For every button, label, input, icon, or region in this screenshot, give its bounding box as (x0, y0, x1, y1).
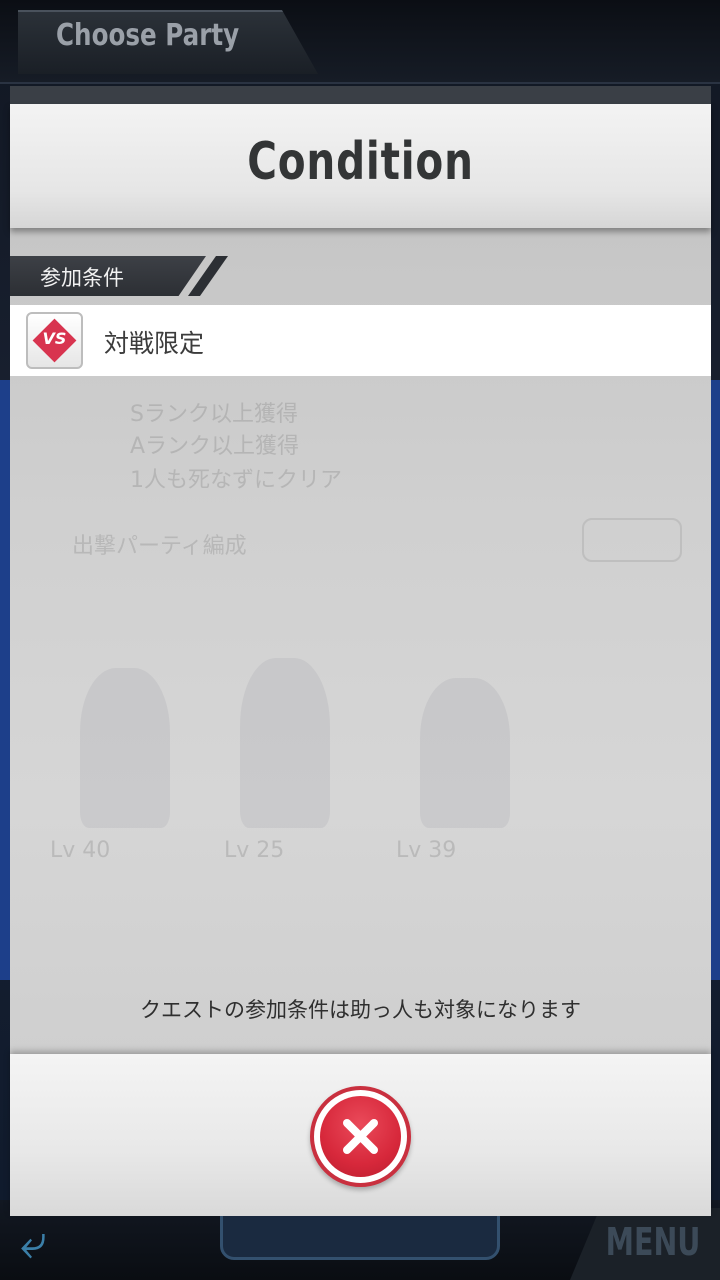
dialog-header: Condition (10, 104, 711, 228)
menu-button: MENU (605, 1220, 700, 1264)
condition-row: VS 対戦限定 (10, 305, 711, 376)
condition-note: クエストの参加条件は助っ人も対象になります (140, 998, 581, 1022)
background-header: Choose Party (0, 0, 720, 84)
close-button[interactable] (310, 1086, 411, 1187)
section-label: 参加条件 (40, 266, 124, 290)
ghost-text: 出撃パーティ編成 (72, 534, 247, 559)
back-arrow-icon: ⤶ (20, 1214, 47, 1270)
vs-badge-text: VS (42, 329, 67, 348)
ghost-text: 1人も死なずにクリア (130, 468, 342, 493)
ghost-level: Lv 39 (396, 838, 457, 863)
ghost-character (240, 658, 330, 828)
ghost-text: Aランク以上獲得 (130, 434, 300, 459)
close-icon (343, 1119, 378, 1154)
ghost-text: Sランク以上獲得 (130, 402, 298, 427)
ghost-level: Lv 25 (224, 838, 285, 863)
ghost-level: Lv 40 (50, 838, 111, 863)
section-tag: 参加条件 (10, 256, 230, 296)
close-button-face (320, 1096, 401, 1177)
condition-label: 対戦限定 (104, 329, 205, 358)
dialog-title: Condition (247, 132, 474, 192)
ghost-character (420, 678, 510, 828)
ghost-panel (582, 518, 682, 562)
vs-icon: VS (26, 312, 83, 369)
ghost-character (80, 668, 170, 828)
condition-dialog: Sランク以上獲得 Aランク以上獲得 1人も死なずにクリア 出撃パーティ編成 Lv… (10, 86, 711, 1216)
screen-title: Choose Party (56, 18, 240, 53)
